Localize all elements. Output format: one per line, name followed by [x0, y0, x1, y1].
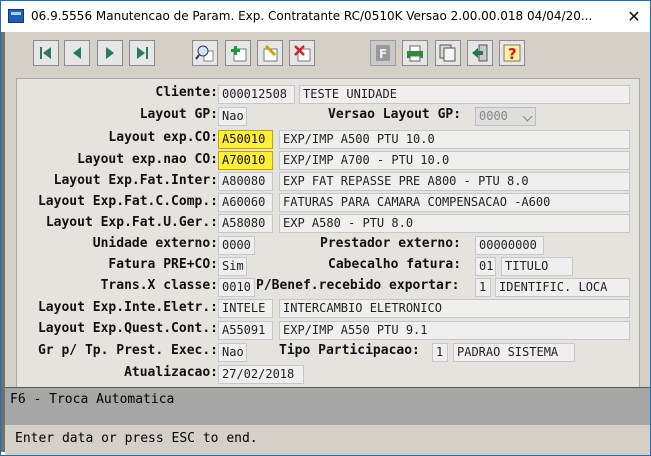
next-icon — [106, 47, 114, 59]
layout-exp-quest-cont-label: Layout Exp.Quest.Cont.: — [37, 321, 218, 336]
gr-tp-prest-exec-label: Gr p/ Tp. Prest. Exec.: — [37, 343, 218, 358]
layout-exp-inte-eletr-description-field: INTERCAMBIO ELETRONICO — [279, 299, 630, 318]
next-record-button[interactable] — [97, 40, 123, 66]
cabecalho-fatura-description-field: TITULO — [501, 257, 573, 276]
status-message: Enter data or press ESC to end. — [15, 431, 258, 446]
trans-x-classe-field[interactable]: 0010 — [218, 278, 255, 297]
chevron-down-icon — [522, 111, 533, 122]
fatura-pre-co-field[interactable]: Sim — [218, 257, 247, 276]
layout-exp-fat-u-ger-description-field: EXP A580 - PTU 8.0 — [279, 214, 630, 233]
message-bar: Enter data or press ESC to end. — [5, 425, 650, 455]
layout-exp-fat-inter-label: Layout Exp.Fat.Inter: — [53, 173, 218, 188]
layout-gp-label: Layout GP: — [139, 107, 218, 122]
layout-exp-fat-inter-description-field: EXP FAT REPASSE PRE A800 - PTU 8.0 — [279, 172, 630, 191]
p-benef-code-field[interactable]: 1 — [475, 278, 491, 297]
search-icon — [195, 45, 214, 62]
unidade-externo-field[interactable]: 0000 — [218, 236, 255, 255]
first-icon — [40, 47, 51, 59]
cliente-label: Cliente: — [155, 85, 218, 100]
layout-exp-quest-cont-description-field: EXP/IMP A550 PTU 9.1 — [279, 321, 630, 340]
svg-text:F: F — [379, 47, 387, 61]
tipo-participacao-label: Tipo Participacao: — [279, 343, 420, 358]
svg-text:?: ? — [508, 45, 517, 63]
p-benef-label: P/Benef.recebido exportar: — [256, 278, 460, 293]
cabecalho-fatura-code-field[interactable]: 01 — [475, 257, 496, 276]
p-benef-description-field: IDENTIFIC. LOCA — [495, 278, 630, 297]
print-button[interactable] — [402, 40, 428, 66]
layout-exp-fat-inter-code-field[interactable]: A80080 — [218, 172, 273, 191]
atualizacao-field: 27/02/2018 — [218, 365, 304, 384]
layout-exp-nao-co-label: Layout exp.nao CO: — [77, 152, 218, 167]
search-button[interactable] — [192, 40, 218, 66]
delete-icon — [294, 45, 311, 62]
versao-layout-gp-select[interactable]: 0000 — [475, 107, 536, 126]
fatura-pre-co-label: Fatura PRE+CO: — [108, 257, 218, 272]
edit-button[interactable] — [257, 40, 283, 66]
layout-exp-co-label: Layout exp.CO: — [108, 130, 218, 145]
layout-exp-fat-u-ger-code-field[interactable]: A58080 — [218, 214, 273, 233]
layout-exp-fat-u-ger-label: Layout Exp.Fat.U.Ger.: — [45, 215, 218, 230]
exit-button[interactable] — [467, 40, 493, 66]
add-button[interactable] — [225, 40, 251, 66]
tipo-participacao-description-field: PADRAO SISTEMA — [453, 343, 575, 362]
hint-bar: F6 - Troca Automatica — [5, 387, 650, 425]
layout-exp-co-description-field: EXP/IMP A500 PTU 10.0 — [279, 130, 630, 149]
exit-icon — [472, 44, 488, 62]
first-record-button[interactable] — [33, 40, 59, 66]
previous-icon — [73, 47, 81, 59]
copy-icon — [439, 44, 456, 62]
add-icon — [231, 46, 247, 62]
toolbar: F ? — [5, 32, 650, 77]
edit-icon — [263, 44, 278, 62]
print-icon — [407, 45, 423, 62]
window-title: 06.9.5556 Manutencao de Param. Exp. Cont… — [31, 9, 593, 23]
format-button[interactable]: F — [370, 40, 396, 66]
gr-tp-prest-exec-field[interactable]: Nao — [218, 343, 247, 362]
hint-text: F6 - Troca Automatica — [10, 392, 175, 407]
tipo-participacao-code-field[interactable]: 1 — [432, 343, 448, 362]
cliente-description-field: TESTE UNIDADE — [299, 85, 630, 104]
help-icon: ? — [503, 44, 521, 63]
delete-button[interactable] — [289, 40, 315, 66]
cliente-code-field[interactable]: 000012508 — [218, 85, 295, 104]
trans-x-classe-label: Trans.X classe: — [100, 278, 218, 293]
parameter-form: Cliente: 000012508 TESTE UNIDADE Layout … — [16, 78, 640, 415]
atualizacao-label: Atualizacao: — [124, 365, 218, 380]
last-record-button[interactable] — [129, 40, 155, 66]
title-bar: 06.9.5556 Manutencao de Param. Exp. Cont… — [1, 1, 650, 32]
unidade-externo-label: Unidade externo: — [92, 236, 218, 251]
versao-layout-gp-label: Versao Layout GP: — [328, 107, 462, 122]
layout-exp-fat-c-comp-label: Layout Exp.Fat.C.Comp.: — [37, 194, 218, 209]
help-button[interactable]: ? — [499, 40, 525, 66]
prestador-externo-field[interactable]: 00000000 — [475, 236, 544, 255]
app-icon — [8, 9, 24, 23]
format-icon: F — [376, 45, 390, 61]
layout-exp-quest-cont-code-field[interactable]: A55091 — [218, 321, 273, 340]
last-icon — [137, 47, 148, 59]
close-button[interactable]: ✕ — [624, 7, 644, 27]
previous-record-button[interactable] — [64, 40, 90, 66]
app-window: 06.9.5556 Manutencao de Param. Exp. Cont… — [0, 0, 651, 456]
layout-exp-co-code-field[interactable]: A50010 — [218, 130, 273, 149]
cabecalho-fatura-label: Cabecalho fatura: — [328, 257, 462, 272]
versao-layout-gp-value: 0000 — [479, 109, 508, 123]
layout-exp-nao-co-code-field[interactable]: A70010 — [218, 151, 273, 170]
prestador-externo-label: Prestador externo: — [320, 236, 461, 251]
layout-exp-inte-eletr-code-field[interactable]: INTELE — [218, 299, 273, 318]
copy-button[interactable] — [435, 40, 461, 66]
layout-exp-fat-c-comp-code-field[interactable]: A60060 — [218, 193, 273, 212]
layout-exp-fat-c-comp-description-field: FATURAS PARA CAMARA COMPENSACAO -A600 — [279, 193, 630, 212]
layout-exp-nao-co-description-field: EXP/IMP A700 - PTU 10.0 — [279, 151, 630, 170]
layout-exp-inte-eletr-label: Layout Exp.Inte.Eletr.: — [37, 300, 218, 315]
layout-gp-field[interactable]: Nao — [218, 107, 247, 126]
